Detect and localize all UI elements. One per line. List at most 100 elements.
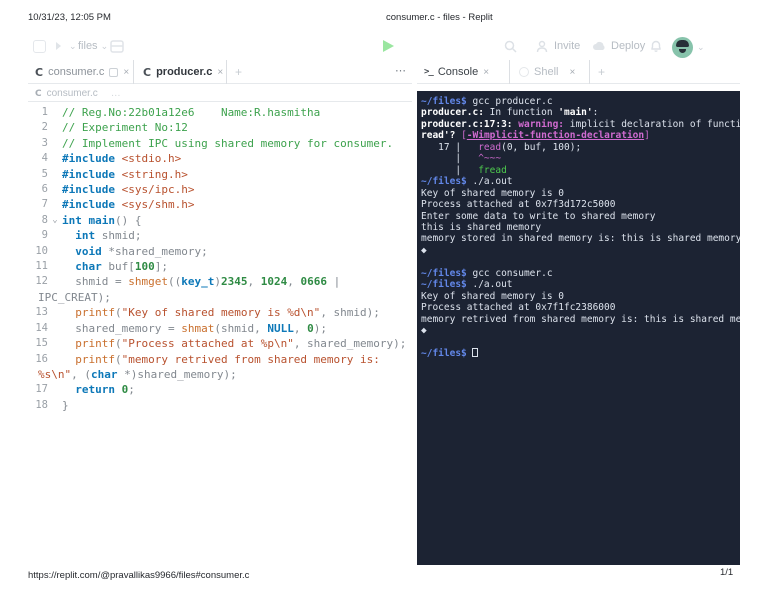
token: , shmid); [320, 306, 380, 320]
console-line: ~/files$ gcc producer.c [421, 96, 740, 107]
fold-gutter [48, 151, 62, 166]
run-button[interactable] [383, 34, 394, 58]
token: char [91, 367, 118, 381]
new-console-tab-button[interactable]: + [598, 60, 605, 84]
token: "Key of shared memory is %d\n" [121, 306, 321, 320]
token: char [75, 260, 102, 274]
code-line: 15 printf("Process attached at %p\n", sh… [28, 336, 414, 351]
breadcrumb-file: consumer.c [46, 88, 98, 99]
close-tab-icon[interactable]: × [569, 67, 575, 78]
plus-icon: + [235, 65, 243, 79]
code-text: int main() { [62, 213, 142, 228]
code-text: #include <sys/shm.h> [62, 197, 194, 212]
fold-gutter [48, 352, 62, 367]
files-menu[interactable]: files ⌄ [78, 34, 108, 58]
line-number: 9 [41, 229, 48, 242]
line-number: 13 [35, 306, 48, 319]
code-text: #include <stdio.h> [62, 151, 181, 166]
shell-icon [519, 67, 529, 77]
console-line: memory stored in shared memory is: this … [421, 233, 740, 244]
token: 0666 [300, 275, 327, 289]
plus-icon: + [598, 65, 606, 79]
line-number: 14 [35, 321, 48, 334]
token: read'? [421, 130, 456, 142]
token: (( [167, 275, 182, 289]
token: IPC_CREAT); [38, 290, 111, 304]
code-line: 14 shared_memory = shmat(shmid, NULL, 0)… [28, 321, 414, 336]
line-number: 6 [41, 183, 48, 196]
close-tab-icon[interactable]: × [123, 67, 129, 78]
console-line: | ^~~~ [421, 153, 740, 164]
console-line: memory retrived from shared memory is: t… [421, 314, 740, 325]
search-button[interactable] [504, 34, 517, 58]
play-icon [383, 40, 394, 52]
token: read [478, 141, 502, 153]
console-line: Enter some data to write to shared memor… [421, 211, 740, 222]
line-number: 2 [41, 121, 48, 134]
tab-label: consumer.c [48, 66, 105, 78]
new-editor-tab-button[interactable]: + [235, 60, 242, 84]
avatar [672, 36, 693, 58]
bell-icon [651, 40, 661, 52]
token: memory retrived from shared memory is: t… [421, 313, 740, 325]
fold-arrow-icon[interactable]: ⌄ [48, 213, 62, 228]
fold-gutter [48, 136, 62, 151]
token: , [287, 275, 301, 289]
line-number: 8 [41, 213, 48, 226]
repl-icon[interactable] [33, 34, 46, 58]
token: <sys/shm.h> [121, 198, 195, 212]
print-url: https://replit.com/@pravallikas9966/file… [28, 570, 250, 581]
account-menu[interactable]: ⌄ [672, 35, 705, 59]
deploy-button[interactable]: Deploy [592, 34, 645, 58]
breadcrumb[interactable]: C consumer.c … [28, 86, 412, 101]
fold-gutter [48, 382, 62, 397]
line-number: 3 [41, 136, 48, 149]
token: ~/files$ [421, 96, 473, 107]
token: ) [214, 275, 221, 289]
close-tab-icon[interactable]: × [217, 67, 223, 78]
token: ); [313, 321, 327, 335]
tab-producer-c[interactable]: C producer.c × [143, 60, 223, 84]
token: (shmid, [214, 321, 268, 335]
console-output[interactable]: ~/files$ gcc producer.c producer.c: In fu… [417, 91, 740, 565]
c-language-icon: C [35, 65, 44, 79]
breadcrumb-more: … [110, 88, 121, 99]
token: | [421, 153, 479, 165]
line-number: 12 [35, 275, 48, 288]
save-status-button[interactable] [110, 34, 124, 58]
close-tab-icon[interactable]: × [483, 67, 489, 78]
fold-gutter [48, 305, 62, 320]
tab-shell[interactable]: Shell × [519, 60, 575, 84]
token: | [421, 164, 479, 176]
token: ]; [154, 260, 168, 274]
token: int [75, 229, 96, 243]
token: () { [115, 213, 142, 227]
tab-overflow-menu[interactable]: ⋯ [395, 64, 406, 77]
token: shmid; [95, 229, 142, 243]
code-line: %s\n", (char *)shared_memory); [28, 367, 414, 382]
tab-console[interactable]: >_ Console × [424, 60, 489, 84]
token: ( [115, 337, 122, 351]
line-number: 5 [41, 167, 48, 180]
notifications-button[interactable] [650, 34, 662, 58]
token: <string.h> [121, 167, 188, 181]
history-icon[interactable]: ⌄ [54, 34, 77, 58]
code-editor[interactable]: 1 // Reg.No:22b01a12e6 Name:R.hasmitha 2 //… [28, 105, 414, 413]
line-number: 16 [35, 352, 48, 365]
tab-consumer-c[interactable]: C consumer.c × [35, 60, 129, 84]
fold-gutter [48, 182, 62, 197]
terminal-cursor [472, 347, 479, 357]
token: ~/files$ [421, 279, 473, 291]
breadcrumb-divider [28, 101, 412, 102]
token: *)shared_memory); [117, 367, 237, 381]
token: producer.c:17:3: [421, 118, 513, 130]
console-line: ~/files$ gcc consumer.c [421, 268, 740, 279]
line-number: 18 [35, 398, 48, 411]
invite-button[interactable]: Invite [536, 34, 580, 58]
